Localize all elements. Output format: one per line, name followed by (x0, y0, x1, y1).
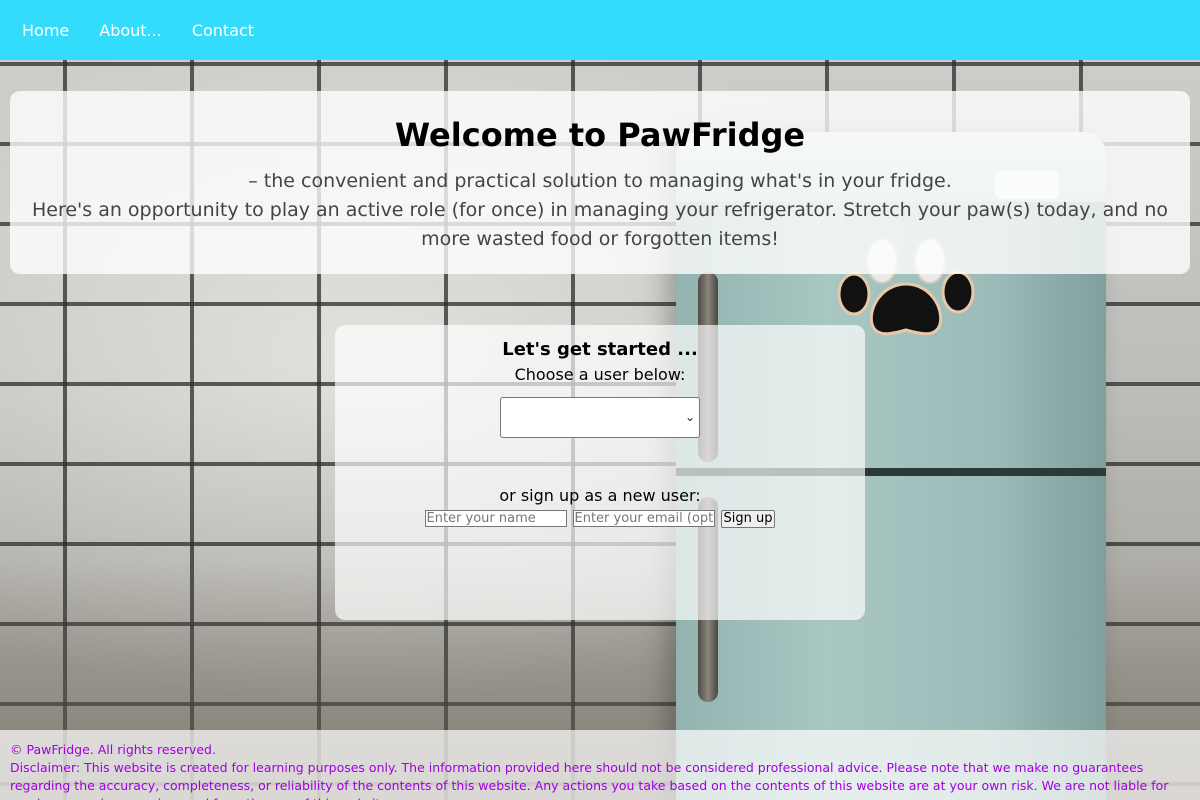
page-footer: © PawFridge. All rights reserved. Discla… (0, 730, 1200, 800)
signup-form: Sign up (335, 510, 865, 528)
get-started-title: Let's get started ... (502, 339, 698, 360)
welcome-panel: Welcome to PawFridge – the convenient an… (10, 91, 1190, 274)
page-title: Welcome to PawFridge (394, 116, 806, 154)
name-input[interactable] (424, 510, 567, 527)
chevron-down-icon: ⌄ (684, 410, 695, 424)
footer-copyright: © PawFridge. All rights reserved. (10, 742, 216, 757)
top-navbar: Home About... Contact (0, 0, 1200, 60)
user-select[interactable]: ⌄ (500, 397, 700, 438)
email-input[interactable] (572, 510, 715, 527)
nav-contact-link[interactable]: Contact (177, 21, 269, 40)
get-started-card: Let's get started ... Choose a user belo… (335, 325, 865, 620)
nav-home-link[interactable]: Home (0, 21, 84, 40)
signup-label: or sign up as a new user: (499, 486, 701, 505)
footer-disclaimer: Disclaimer: This website is created for … (10, 760, 1169, 800)
welcome-pitch: Here's an opportunity to play an active … (31, 199, 1169, 250)
nav-about-link[interactable]: About... (84, 21, 177, 40)
sign-up-button[interactable]: Sign up (720, 510, 776, 528)
welcome-tagline: – the convenient and practical solution … (248, 170, 952, 192)
choose-user-label: Choose a user below: (514, 365, 686, 384)
